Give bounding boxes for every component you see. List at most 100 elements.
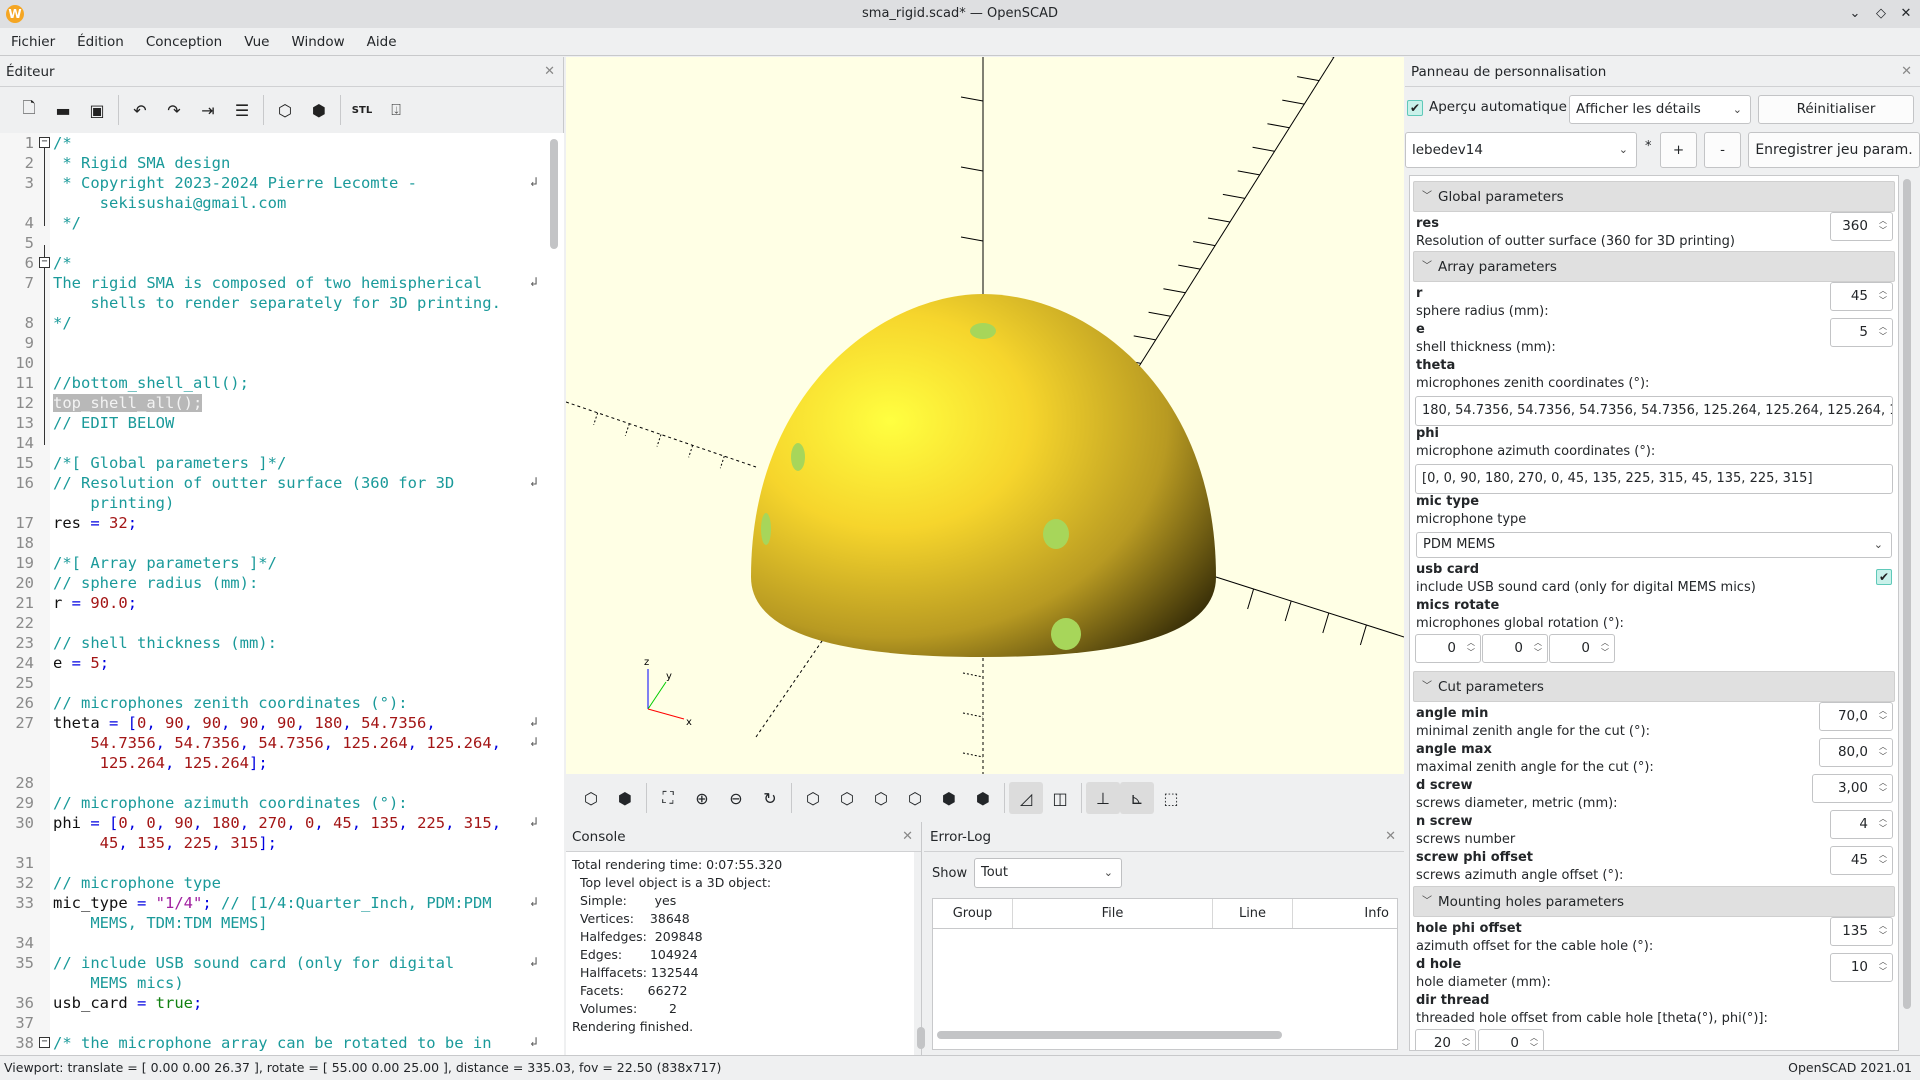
export-stl-icon[interactable]: STL	[345, 95, 379, 125]
remove-preset-button[interactable]: -	[1704, 132, 1741, 168]
mic-type-select[interactable]: PDM MEMS ⌄	[1416, 532, 1892, 558]
zoom-in-icon[interactable]: ⊕	[685, 782, 719, 814]
code-line[interactable]: 37	[0, 1013, 540, 1033]
code-line[interactable]: 17 res = 32;	[0, 513, 540, 533]
dir-thread-phi-spinbox[interactable]: 0 ︿ ﹀	[1478, 1029, 1544, 1050]
code-line[interactable]: 4 */	[0, 213, 540, 233]
show-edges-icon[interactable]: ⬚	[1154, 782, 1188, 814]
usb-card-checkbox[interactable]: ✔	[1876, 569, 1892, 585]
preset-select[interactable]: lebedev14 ⌄	[1405, 132, 1637, 168]
code-line[interactable]: 35 // include USB sound card (only for di…	[0, 953, 540, 973]
view-right-icon[interactable]: ⬡	[796, 782, 830, 814]
group-global-parameters[interactable]: ﹀ Global parameters	[1413, 181, 1895, 212]
angle-min-spinbox[interactable]: 70,0 ︿ ﹀	[1819, 702, 1893, 731]
menu-aide[interactable]: Aide	[356, 28, 408, 56]
code-line[interactable]: MEMS mics)	[0, 973, 540, 993]
screw-phi-offset-spinbox[interactable]: 45 ︿ ﹀	[1830, 846, 1893, 875]
open-file-icon[interactable]: ▬	[46, 95, 80, 125]
spin-arrows-icon[interactable]: ︿ ﹀	[1879, 322, 1887, 342]
spin-arrows-icon[interactable]: ︿ ﹀	[1879, 850, 1887, 870]
n-screw-spinbox[interactable]: 4 ︿ ﹀	[1830, 810, 1893, 839]
code-line[interactable]: 29 // microphone azimuth coordinates (°):	[0, 793, 540, 813]
code-line[interactable]: 1−/*	[0, 133, 540, 153]
spin-arrows-icon[interactable]: ︿ ﹀	[1530, 1033, 1538, 1050]
dir-thread-theta-spinbox[interactable]: 20 ︿ ﹀	[1415, 1029, 1476, 1050]
code-line[interactable]: 16 // Resolution of outter surface (360 f…	[0, 473, 540, 493]
angle-max-spinbox[interactable]: 80,0 ︿ ﹀	[1819, 738, 1893, 767]
code-editor[interactable]: 1−/* 2 * Rigid SMA design 3 * Copyright 20…	[0, 133, 564, 1055]
theta-input[interactable]: 180, 54.7356, 54.7356, 54.7356, 54.7356,…	[1415, 396, 1893, 426]
group-cut-parameters[interactable]: ﹀ Cut parameters	[1413, 671, 1895, 702]
code-line[interactable]: 24 e = 5;	[0, 653, 540, 673]
code-line[interactable]: 21 r = 90.0;	[0, 593, 540, 613]
e-spinbox[interactable]: 5 ︿ ﹀	[1830, 318, 1893, 347]
code-line[interactable]: 27 theta = [0, 90, 90, 90, 90, 180, 54.73…	[0, 713, 540, 733]
code-line[interactable]: 5	[0, 233, 540, 253]
menu-edition[interactable]: Édition	[66, 28, 135, 56]
spin-arrows-icon[interactable]: ︿ ﹀	[1879, 921, 1887, 941]
code-line[interactable]: 30 phi = [0, 0, 90, 180, 270, 0, 45, 135,…	[0, 813, 540, 833]
spin-arrows-icon[interactable]: ︿ ﹀	[1879, 778, 1887, 798]
group-array-parameters[interactable]: ﹀ Array parameters	[1413, 251, 1895, 282]
reset-view-icon[interactable]: ↻	[753, 782, 787, 814]
code-line[interactable]: 23 // shell thickness (mm):	[0, 633, 540, 653]
column-group[interactable]: Group	[933, 899, 1013, 928]
parameter-scrollbar[interactable]	[1903, 179, 1911, 1009]
fold-toggle-icon[interactable]: −	[39, 137, 50, 148]
details-select[interactable]: Afficher les détails ⌄	[1569, 95, 1751, 124]
spin-arrows-icon[interactable]: ︿ ﹀	[1601, 638, 1609, 658]
send-to-print-icon[interactable]: ⍗	[379, 95, 413, 125]
orthogonal-icon[interactable]: ◫	[1043, 782, 1077, 814]
code-line[interactable]: 19 /*[ Array parameters ]*/	[0, 553, 540, 573]
show-axes-icon[interactable]: ⊥	[1086, 782, 1120, 814]
view-left-icon[interactable]: ⬡	[898, 782, 932, 814]
spin-arrows-icon[interactable]: ︿ ﹀	[1879, 706, 1887, 726]
view-all-icon[interactable]: ⛶	[651, 782, 685, 814]
hole-phi-offset-spinbox[interactable]: 135 ︿ ﹀	[1830, 917, 1893, 946]
code-line[interactable]: 54.7356, 54.7356, 54.7356, 125.264, 125.…	[0, 733, 540, 753]
auto-preview-checkbox[interactable]: ✔	[1407, 100, 1423, 116]
menu-fichier[interactable]: Fichier	[0, 28, 66, 56]
undo-icon[interactable]: ↶	[123, 95, 157, 125]
code-line[interactable]: 20 // sphere radius (mm):	[0, 573, 540, 593]
error-table-scrollbar[interactable]	[937, 1031, 1282, 1039]
menu-vue[interactable]: Vue	[233, 28, 280, 56]
perspective-icon[interactable]: ◿	[1009, 782, 1043, 814]
code-line[interactable]: 11 //bottom_shell_all();	[0, 373, 540, 393]
preview-icon[interactable]: ⬡	[268, 95, 302, 125]
mics-rotate-z-spinbox[interactable]: 0 ︿ ﹀	[1549, 634, 1615, 663]
editor-scrollbar[interactable]	[550, 139, 558, 249]
save-icon[interactable]: ▣	[80, 95, 114, 125]
close-window-icon[interactable]: ✕	[1896, 4, 1916, 24]
save-preset-button[interactable]: Enregistrer jeu param.	[1748, 132, 1920, 168]
r-spinbox[interactable]: 45 ︿ ﹀	[1830, 282, 1893, 311]
code-line[interactable]: 2 * Rigid SMA design	[0, 153, 540, 173]
mics-rotate-x-spinbox[interactable]: 0 ︿ ﹀	[1415, 634, 1481, 663]
show-filter-select[interactable]: Tout ⌄	[974, 858, 1122, 888]
fold-toggle-icon[interactable]: −	[39, 257, 50, 268]
code-line[interactable]: shells to render separately for 3D print…	[0, 293, 540, 313]
d-screw-spinbox[interactable]: 3,00 ︿ ﹀	[1812, 774, 1893, 803]
zoom-out-icon[interactable]: ⊖	[719, 782, 753, 814]
close-icon[interactable]: ✕	[1901, 57, 1912, 87]
code-line[interactable]: printing)	[0, 493, 540, 513]
minimize-icon[interactable]: ⌄	[1845, 4, 1865, 24]
mics-rotate-y-spinbox[interactable]: 0 ︿ ﹀	[1482, 634, 1548, 663]
code-line[interactable]: 45, 135, 225, 315];	[0, 833, 540, 853]
spin-arrows-icon[interactable]: ︿ ﹀	[1534, 638, 1542, 658]
new-file-icon[interactable]: 🗋	[12, 95, 46, 125]
spin-arrows-icon[interactable]: ︿ ﹀	[1467, 638, 1475, 658]
code-line[interactable]: 10	[0, 353, 540, 373]
fold-toggle-icon[interactable]: −	[39, 1037, 50, 1048]
code-line[interactable]: 26 // microphones zenith coordinates (°):	[0, 693, 540, 713]
code-line[interactable]: 38−/* the microphone array can be rotate…	[0, 1033, 540, 1053]
code-line[interactable]: 13 // EDIT BELOW	[0, 413, 540, 433]
spin-arrows-icon[interactable]: ︿ ﹀	[1879, 216, 1887, 236]
menu-window[interactable]: Window	[280, 28, 355, 56]
group-mounting-holes-parameters[interactable]: ﹀ Mounting holes parameters	[1413, 886, 1895, 917]
code-line[interactable]: 12 top_shell_all();	[0, 393, 540, 413]
code-line[interactable]: 6−/*	[0, 253, 540, 273]
preview-icon[interactable]: ⬡	[574, 782, 608, 814]
code-line[interactable]: 32 // microphone type	[0, 873, 540, 893]
render-icon[interactable]: ⬢	[608, 782, 642, 814]
